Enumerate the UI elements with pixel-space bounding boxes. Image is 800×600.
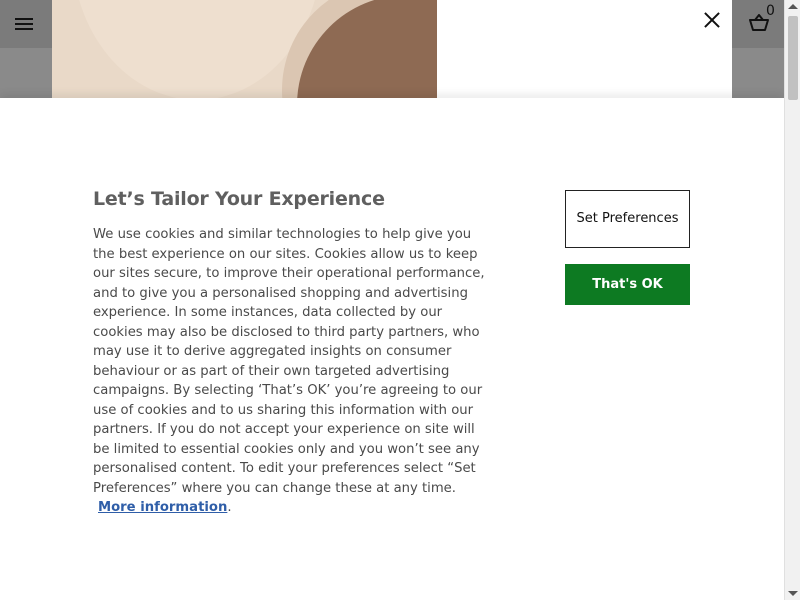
more-information-link[interactable]: More information <box>98 498 227 518</box>
cookie-title: Let’s Tailor Your Experience <box>93 188 385 210</box>
promo-panel <box>437 0 732 98</box>
set-preferences-button[interactable]: Set Preferences <box>565 190 690 248</box>
scroll-thumb[interactable] <box>788 16 798 100</box>
cookie-banner: Let’s Tailor Your Experience We use cook… <box>0 98 784 600</box>
scroll-down-arrow-icon[interactable] <box>788 591 798 596</box>
hamburger-menu-icon[interactable] <box>10 10 38 38</box>
basket-button[interactable]: 0 <box>744 3 778 40</box>
scroll-up-arrow-icon[interactable] <box>788 4 798 9</box>
thats-ok-button[interactable]: That's OK <box>565 264 690 305</box>
basket-count: 0 <box>766 3 775 19</box>
hero-image <box>52 0 437 98</box>
cookie-description: We use cookies and similar technologies … <box>93 225 488 518</box>
close-icon[interactable] <box>700 8 724 32</box>
more-info-suffix: . <box>227 500 232 515</box>
cookie-body: We use cookies and similar technologies … <box>93 227 485 496</box>
scrollbar[interactable] <box>784 0 800 600</box>
